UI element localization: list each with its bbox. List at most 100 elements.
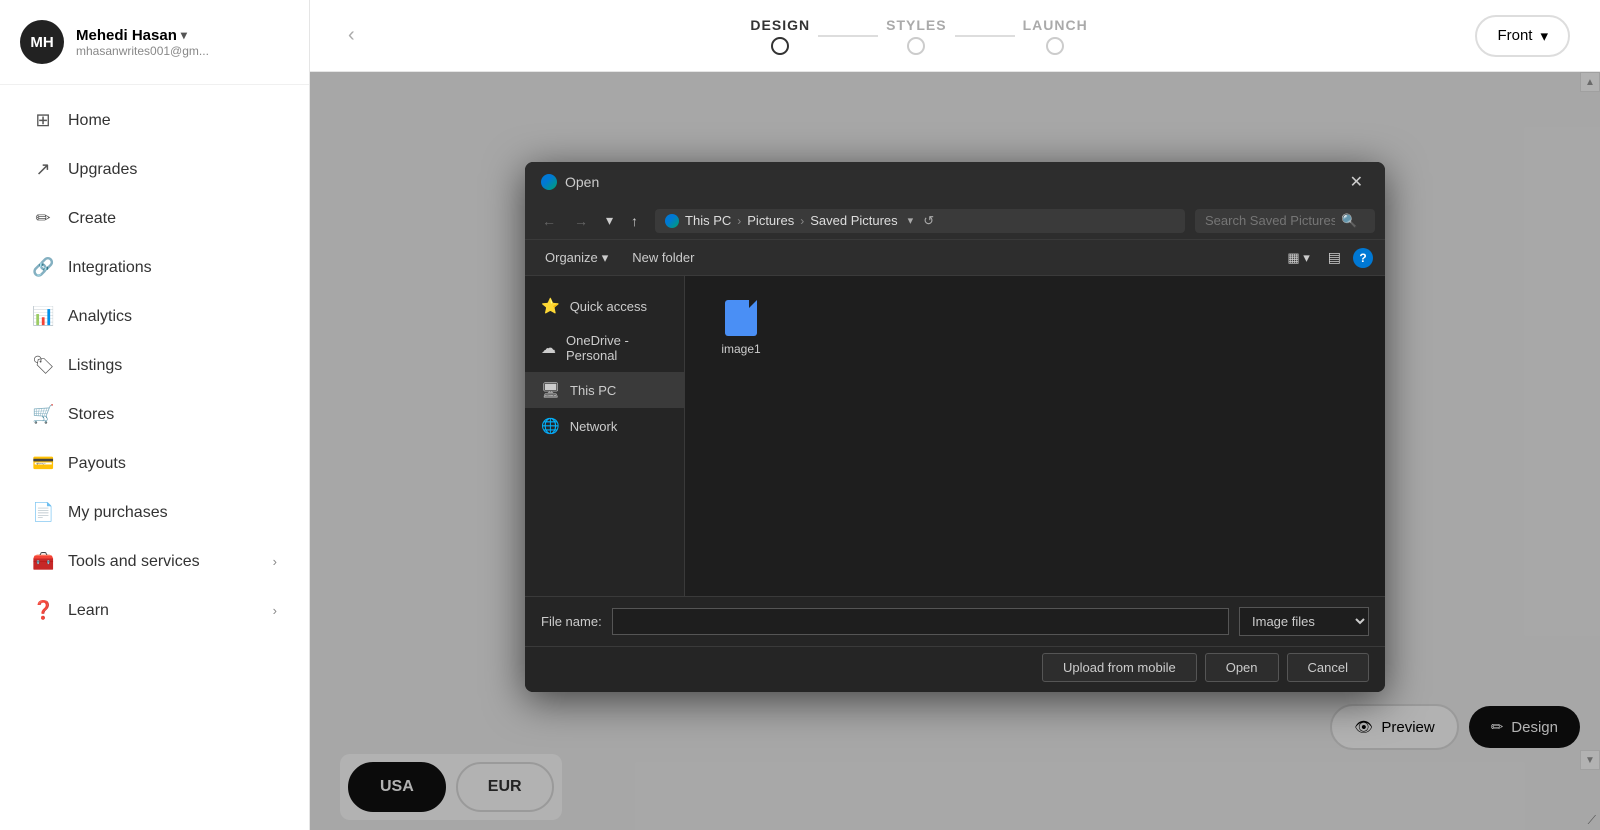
sidebar-item-create[interactable]: ✏ Create [8, 195, 301, 242]
file-name-input[interactable] [612, 608, 1229, 635]
dialog-title: Open [565, 174, 599, 190]
step-launch-label: LAUNCH [1023, 17, 1088, 33]
step-design: DESIGN [750, 17, 810, 55]
dialog-overlay: Open ✕ ← → ▾ ↑ This PC › [310, 72, 1600, 830]
sidebar-item-analytics[interactable]: 📊 Analytics [8, 293, 301, 340]
dialog-dropdown-button[interactable]: ▾ [599, 208, 620, 233]
analytics-icon: 📊 [32, 306, 54, 327]
user-dropdown-chevron[interactable]: ▾ [181, 28, 187, 42]
topbar: ‹ DESIGN STYLES LAUNCH [310, 0, 1600, 72]
path-pictures[interactable]: Pictures [747, 213, 794, 228]
help-icon[interactable]: ? [1353, 248, 1373, 268]
address-dropdown-chevron[interactable]: ▾ [908, 214, 914, 227]
step-styles-circle [907, 37, 925, 55]
onedrive-label: OneDrive - Personal [566, 333, 668, 363]
step-launch: LAUNCH [1023, 17, 1088, 55]
sidebar-item-home[interactable]: ⊞ Home [8, 97, 301, 144]
step-design-label: DESIGN [750, 17, 810, 33]
onedrive-icon: ☁ [541, 339, 556, 357]
new-folder-button[interactable]: New folder [624, 246, 702, 269]
user-email: mhasanwrites001@gm... [76, 44, 209, 58]
user-name-text: Mehedi Hasan [76, 27, 177, 44]
dialog-back-button[interactable]: ← [535, 209, 563, 233]
sidebar-item-my-purchases[interactable]: 📄 My purchases [8, 489, 301, 536]
sidebar-nav: ⊞ Home ↗ Upgrades ✏ Create 🔗 Integration… [0, 85, 309, 830]
sidebar-item-label: Payouts [68, 455, 126, 473]
sidebar-item-listings[interactable]: 🏷 Listings [8, 342, 301, 389]
view-dropdown-button[interactable]: ▦ ▾ [1281, 246, 1315, 270]
sidebar-item-network[interactable]: 🌐 Network [525, 408, 684, 444]
dialog-up-button[interactable]: ↑ [624, 209, 645, 233]
dialog-forward-button[interactable]: → [567, 209, 595, 233]
search-icon: 🔍 [1341, 213, 1357, 229]
sidebar-item-label: Upgrades [68, 161, 137, 179]
file-type-select[interactable]: Image files All files [1239, 607, 1369, 636]
address-bar: This PC › Pictures › Saved Pictures ▾ ↺ [655, 209, 1185, 233]
my-purchases-icon: 📄 [32, 502, 54, 523]
step-divider-1 [818, 35, 878, 37]
learn-chevron: › [273, 603, 277, 618]
sidebar-item-payouts[interactable]: 💳 Payouts [8, 440, 301, 487]
upload-from-mobile-button[interactable]: Upload from mobile [1042, 653, 1197, 682]
address-refresh-button[interactable]: ↺ [923, 213, 934, 229]
dialog-close-button[interactable]: ✕ [1344, 170, 1369, 194]
step-styles-label: STYLES [886, 17, 946, 33]
user-profile[interactable]: MH Mehedi Hasan ▾ mhasanwrites001@gm... [0, 0, 309, 85]
sidebar-item-learn[interactable]: ❓ Learn › [8, 587, 301, 634]
stores-icon: 🛒 [32, 404, 54, 425]
home-icon: ⊞ [32, 110, 54, 131]
sidebar-item-this-pc[interactable]: 🖥 This PC [525, 372, 684, 408]
dialog-button-row: Upload from mobile Open Cancel ⟋ [525, 646, 1385, 692]
organize-label: Organize [545, 250, 598, 265]
file-name-label: image1 [721, 342, 760, 356]
open-button[interactable]: Open [1205, 653, 1279, 682]
file-icon-image1 [725, 300, 757, 336]
organize-button[interactable]: Organize ▾ [537, 246, 616, 270]
learn-icon: ❓ [32, 600, 54, 621]
sidebar-item-quick-access[interactable]: ⭐ Quick access [525, 288, 684, 324]
front-dropdown-label: Front [1497, 27, 1532, 44]
path-this-pc[interactable]: This PC [685, 213, 731, 228]
dialog-nav-toolbar: ← → ▾ ↑ This PC › Pictures › Saved Pictu… [525, 202, 1385, 240]
sidebar-item-stores[interactable]: 🛒 Stores [8, 391, 301, 438]
integrations-icon: 🔗 [32, 257, 54, 278]
payouts-icon: 💳 [32, 453, 54, 474]
quick-access-label: Quick access [570, 299, 647, 314]
sidebar-item-label: Integrations [68, 259, 152, 277]
address-bar-edge-icon [665, 214, 679, 228]
network-icon: 🌐 [541, 417, 560, 435]
sidebar-item-label: Listings [68, 357, 122, 375]
view-controls: ▦ ▾ ▤ ? [1281, 245, 1373, 270]
view-columns-button[interactable]: ▤ [1322, 245, 1347, 270]
dialog-body: ⭐ Quick access ☁ OneDrive - Personal 🖥 T… [525, 276, 1385, 596]
this-pc-icon: 🖥 [541, 381, 560, 399]
sidebar-item-upgrades[interactable]: ↗ Upgrades [8, 146, 301, 193]
network-label: Network [570, 419, 618, 434]
topbar-back-button[interactable]: ‹ [340, 16, 363, 55]
path-saved-pictures[interactable]: Saved Pictures [810, 213, 897, 228]
cancel-button[interactable]: Cancel [1287, 653, 1369, 682]
tools-services-icon: 🧰 [32, 551, 54, 572]
sidebar-item-tools-services[interactable]: 🧰 Tools and services › [8, 538, 301, 585]
file-item-image1[interactable]: image1 [701, 292, 781, 364]
sidebar-item-label: Analytics [68, 308, 132, 326]
tools-services-chevron: › [273, 554, 277, 569]
file-name-field-label: File name: [541, 614, 602, 629]
sidebar-item-integrations[interactable]: 🔗 Integrations [8, 244, 301, 291]
search-input[interactable] [1205, 213, 1335, 228]
create-icon: ✏ [32, 208, 54, 229]
front-dropdown[interactable]: Front ▾ [1475, 15, 1570, 57]
step-launch-circle [1046, 37, 1064, 55]
main-content: ‹ DESIGN STYLES LAUNCH [310, 0, 1600, 830]
sidebar-item-onedrive[interactable]: ☁ OneDrive - Personal [525, 324, 684, 372]
sidebar-item-label: Tools and services [68, 553, 200, 571]
dialog-titlebar: Open ✕ [525, 162, 1385, 202]
search-bar: 🔍 [1195, 209, 1375, 233]
listings-icon: 🏷 [32, 355, 54, 376]
topbar-steps: DESIGN STYLES LAUNCH [363, 17, 1476, 55]
dialog-files-toolbar: Organize ▾ New folder ▦ ▾ ▤ ? [525, 240, 1385, 276]
edge-browser-icon [541, 174, 557, 190]
topbar-right: Front ▾ [1475, 15, 1570, 57]
design-area: ▲ i ▼ USA EUR 👁 Preview [310, 72, 1600, 830]
dialog-sidebar: ⭐ Quick access ☁ OneDrive - Personal 🖥 T… [525, 276, 685, 596]
